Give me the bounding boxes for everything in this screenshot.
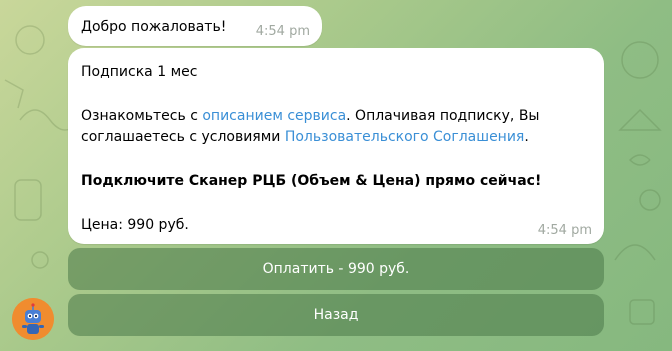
back-button[interactable]: Назад xyxy=(68,294,604,336)
message-timestamp: 4:54 pm xyxy=(255,24,310,39)
terms-line-2: соглашаетесь с условиями Пользовательско… xyxy=(81,128,529,146)
price-text: Цена: 990 руб. xyxy=(81,217,189,233)
pay-button[interactable]: Оплатить - 990 руб. xyxy=(68,248,604,290)
message-bubble-subscription: Подписка 1 мес Ознакомьтесь с описанием … xyxy=(68,48,604,244)
terms-text: соглашаетесь с условиями xyxy=(81,129,285,145)
terms-line-1: Ознакомьтесь с описанием сервиса. Оплачи… xyxy=(81,107,539,125)
message-timestamp: 4:54 pm xyxy=(537,223,592,238)
service-description-link[interactable]: описанием сервиса xyxy=(202,108,346,124)
bot-avatar-icon[interactable] xyxy=(12,298,54,340)
terms-text: . xyxy=(524,129,529,145)
terms-text: Ознакомьтесь с xyxy=(81,108,203,124)
message-text: Добро пожаловать! xyxy=(81,19,227,35)
back-button-label: Назад xyxy=(313,307,359,323)
call-to-action-text: Подключите Сканер РЦБ (Объем & Цена) пря… xyxy=(81,173,542,189)
terms-text: . Оплачивая подписку, Вы xyxy=(346,108,540,124)
pay-button-label: Оплатить - 990 руб. xyxy=(262,261,410,277)
subscription-title: Подписка 1 мес xyxy=(81,64,198,80)
robot-icon xyxy=(12,298,54,340)
user-agreement-link[interactable]: Пользовательского Соглашения xyxy=(285,129,525,145)
message-bubble-welcome: Добро пожаловать! 4:54 pm xyxy=(68,6,322,46)
